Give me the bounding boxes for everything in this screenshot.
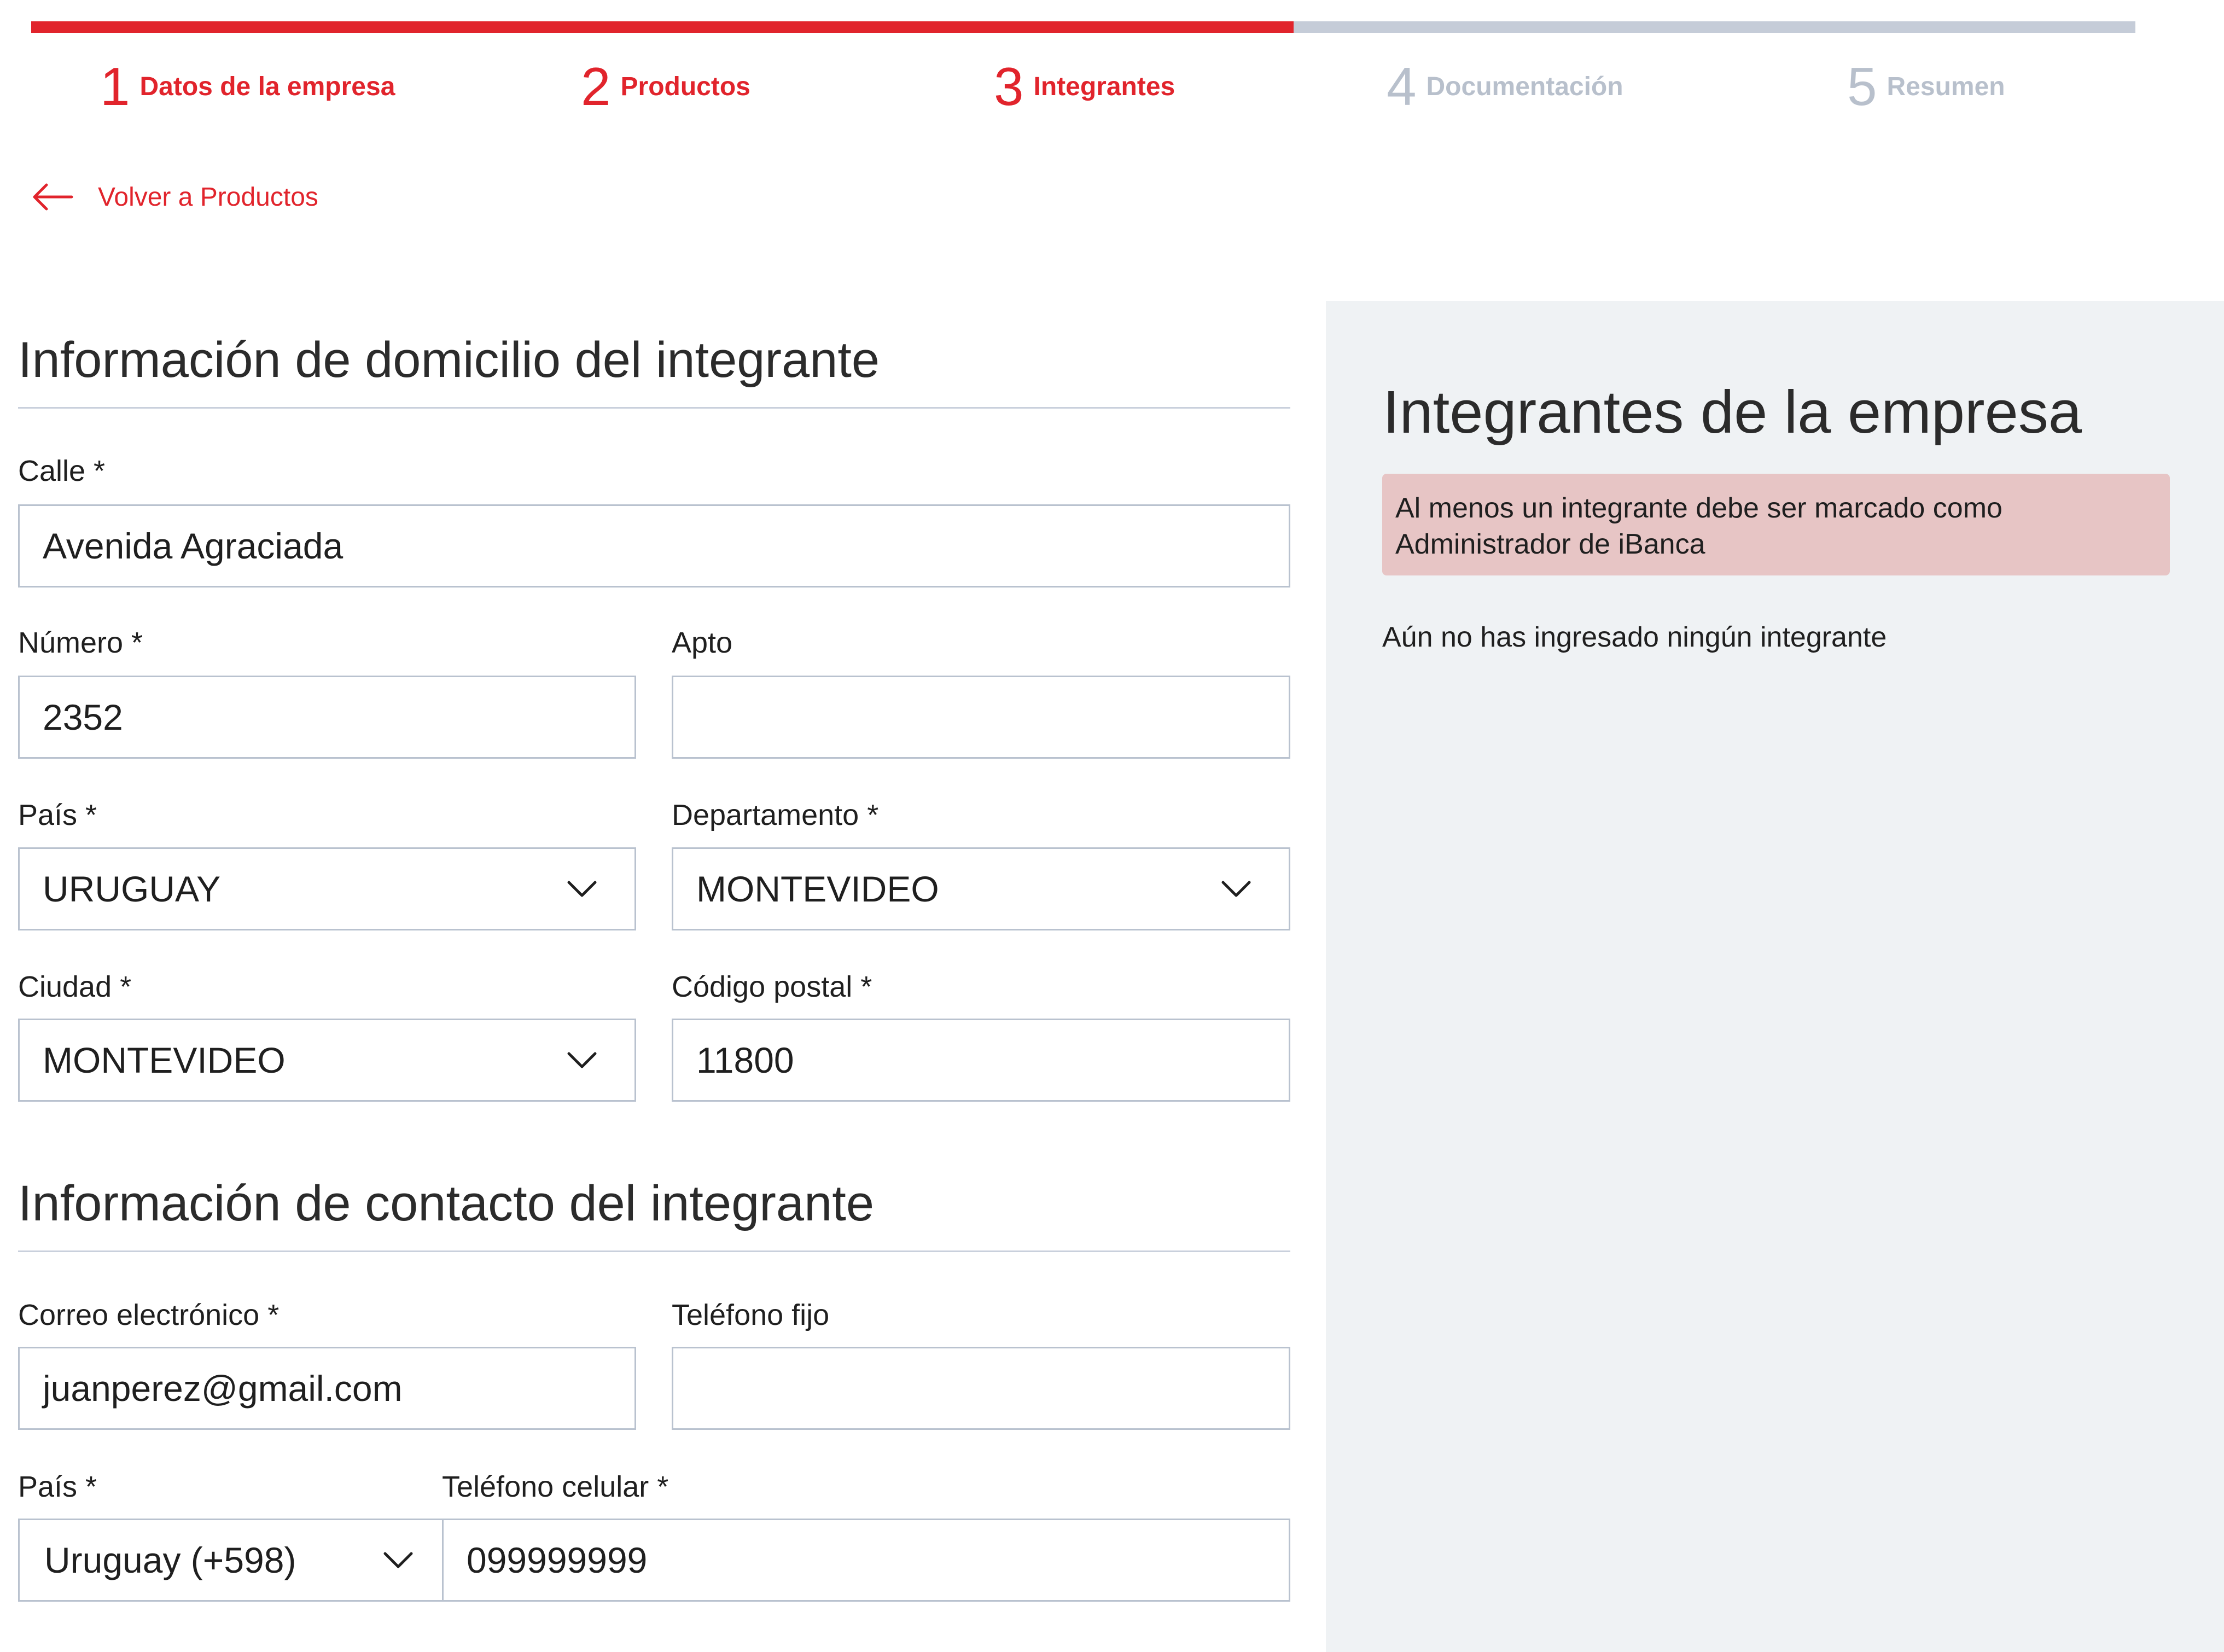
step-label: Productos [620, 72, 750, 101]
chevron-down-icon [383, 1552, 413, 1568]
landline-input[interactable] [672, 1347, 1290, 1430]
step-number: 3 [994, 56, 1024, 117]
contact-section-title: Información de contacto del integrante [18, 1176, 874, 1231]
mobile-label: Teléfono celular * [442, 1470, 669, 1503]
back-link-label: Volver a Productos [98, 182, 318, 212]
apt-input[interactable] [672, 676, 1290, 759]
address-section-title: Información de domicilio del integrante [18, 332, 880, 388]
city-label: Ciudad * [18, 970, 132, 1003]
landline-label: Teléfono fijo [672, 1299, 830, 1331]
contact-section-divider [18, 1250, 1290, 1252]
chevron-down-icon [567, 1052, 597, 1068]
back-to-products-link[interactable]: Volver a Productos [30, 181, 318, 213]
phone-country-select[interactable]: Uruguay (+598) [18, 1519, 444, 1602]
step-number: 1 [100, 56, 130, 117]
alert-line-1: Al menos un integrante debe ser marcado … [1395, 492, 2002, 524]
email-value: juanperez@gmail.com [43, 1368, 403, 1409]
members-panel: Integrantes de la empresa Al menos un in… [1326, 301, 2224, 1652]
step-resumen: 5 Resumen [1847, 59, 2005, 114]
street-input[interactable]: Avenida Agraciada [18, 504, 1290, 587]
department-label: Departamento * [672, 799, 879, 831]
email-label: Correo electrónico * [18, 1299, 280, 1331]
phone-country-value: Uruguay (+598) [44, 1540, 296, 1580]
step-number: 2 [581, 56, 611, 117]
step-documentacion: 4 Documentación [1387, 59, 1623, 114]
number-label: Número * [18, 626, 143, 659]
phone-country-label: País * [18, 1470, 97, 1503]
street-label: Calle * [18, 455, 106, 487]
no-members-message: Aún no has ingresado ningún integrante [1382, 621, 1887, 653]
city-select[interactable]: MONTEVIDEO [18, 1019, 636, 1102]
street-value: Avenida Agraciada [43, 526, 344, 566]
admin-required-alert: Al menos un integrante debe ser marcado … [1382, 474, 2170, 575]
department-select[interactable]: MONTEVIDEO [672, 847, 1290, 930]
step-label: Integrantes [1033, 72, 1175, 101]
mobile-input[interactable]: 099999999 [442, 1519, 1290, 1602]
country-label: País * [18, 799, 97, 831]
chevron-down-icon [567, 881, 597, 897]
postal-code-label: Código postal * [672, 970, 872, 1003]
email-input[interactable]: juanperez@gmail.com [18, 1347, 636, 1430]
step-productos[interactable]: 2 Productos [581, 59, 750, 114]
number-input[interactable]: 2352 [18, 676, 636, 759]
country-value: URUGUAY [43, 869, 221, 909]
postal-code-value: 11800 [696, 1040, 794, 1080]
chevron-down-icon [1221, 881, 1251, 897]
step-label: Resumen [1887, 72, 2005, 101]
step-datos-empresa[interactable]: 1 Datos de la empresa [100, 59, 395, 114]
step-label: Documentación [1426, 72, 1623, 101]
members-panel-title: Integrantes de la empresa [1383, 379, 2082, 446]
progress-bar-fill [31, 21, 1294, 33]
department-value: MONTEVIDEO [696, 869, 939, 909]
progress-bar [31, 21, 2135, 33]
step-number: 5 [1847, 56, 1877, 117]
alert-line-2: Administrador de iBanca [1395, 528, 1705, 560]
arrow-left-icon [33, 183, 73, 211]
mobile-value: 099999999 [467, 1540, 648, 1580]
city-value: MONTEVIDEO [43, 1040, 286, 1080]
step-number: 4 [1387, 56, 1417, 117]
number-value: 2352 [43, 697, 123, 737]
address-section-divider [18, 407, 1290, 409]
step-integrantes[interactable]: 3 Integrantes [994, 59, 1175, 114]
apt-label: Apto [672, 626, 733, 659]
step-label: Datos de la empresa [139, 72, 395, 101]
country-select[interactable]: URUGUAY [18, 847, 636, 930]
postal-code-input[interactable]: 11800 [672, 1019, 1290, 1102]
